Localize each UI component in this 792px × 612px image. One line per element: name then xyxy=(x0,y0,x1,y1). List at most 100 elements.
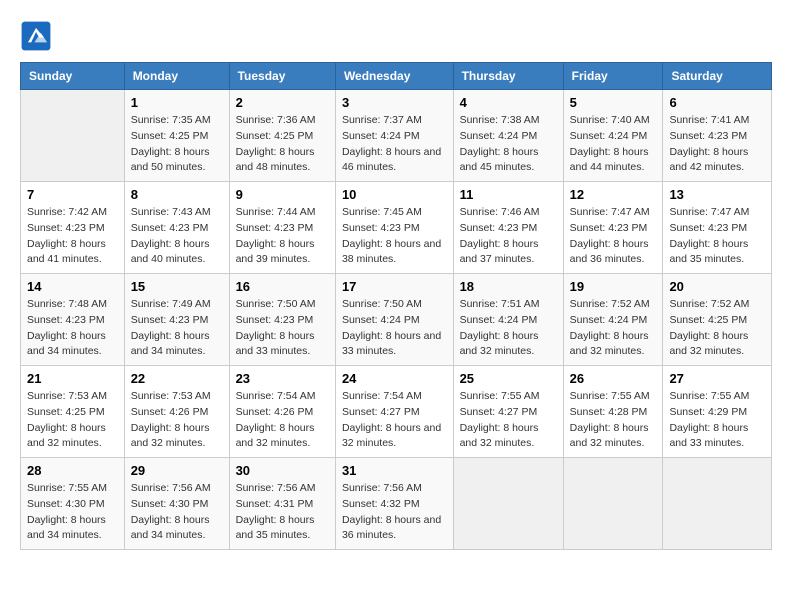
day-number: 29 xyxy=(131,463,223,478)
calendar-cell xyxy=(453,458,563,550)
day-info: Sunrise: 7:54 AM Sunset: 4:27 PM Dayligh… xyxy=(342,389,447,452)
daylight-hours: Daylight: 8 hours and 40 minutes. xyxy=(131,238,210,266)
calendar-cell: 16 Sunrise: 7:50 AM Sunset: 4:23 PM Dayl… xyxy=(229,274,335,366)
sunrise-time: Sunrise: 7:56 AM xyxy=(342,482,422,494)
daylight-hours: Daylight: 8 hours and 46 minutes. xyxy=(342,146,441,174)
calendar-cell: 19 Sunrise: 7:52 AM Sunset: 4:24 PM Dayl… xyxy=(563,274,663,366)
day-info: Sunrise: 7:50 AM Sunset: 4:23 PM Dayligh… xyxy=(236,297,329,360)
calendar-cell: 3 Sunrise: 7:37 AM Sunset: 4:24 PM Dayli… xyxy=(335,90,453,182)
day-header-tuesday: Tuesday xyxy=(229,63,335,90)
day-info: Sunrise: 7:37 AM Sunset: 4:24 PM Dayligh… xyxy=(342,113,447,176)
day-info: Sunrise: 7:56 AM Sunset: 4:32 PM Dayligh… xyxy=(342,481,447,544)
day-header-sunday: Sunday xyxy=(21,63,125,90)
calendar-cell: 2 Sunrise: 7:36 AM Sunset: 4:25 PM Dayli… xyxy=(229,90,335,182)
sunset-time: Sunset: 4:25 PM xyxy=(669,314,747,326)
day-info: Sunrise: 7:56 AM Sunset: 4:30 PM Dayligh… xyxy=(131,481,223,544)
daylight-hours: Daylight: 8 hours and 32 minutes. xyxy=(570,330,649,358)
sunset-time: Sunset: 4:23 PM xyxy=(460,222,538,234)
calendar-body: 1 Sunrise: 7:35 AM Sunset: 4:25 PM Dayli… xyxy=(21,90,772,550)
day-header-saturday: Saturday xyxy=(663,63,772,90)
day-number: 24 xyxy=(342,371,447,386)
day-number: 2 xyxy=(236,95,329,110)
daylight-hours: Daylight: 8 hours and 37 minutes. xyxy=(460,238,539,266)
sunrise-time: Sunrise: 7:45 AM xyxy=(342,206,422,218)
daylight-hours: Daylight: 8 hours and 39 minutes. xyxy=(236,238,315,266)
sunset-time: Sunset: 4:23 PM xyxy=(669,222,747,234)
daylight-hours: Daylight: 8 hours and 32 minutes. xyxy=(570,422,649,450)
sunset-time: Sunset: 4:23 PM xyxy=(236,222,314,234)
calendar-cell: 21 Sunrise: 7:53 AM Sunset: 4:25 PM Dayl… xyxy=(21,366,125,458)
sunset-time: Sunset: 4:23 PM xyxy=(131,222,209,234)
sunrise-time: Sunrise: 7:51 AM xyxy=(460,298,540,310)
sunset-time: Sunset: 4:23 PM xyxy=(236,314,314,326)
day-number: 11 xyxy=(460,187,557,202)
daylight-hours: Daylight: 8 hours and 32 minutes. xyxy=(669,330,748,358)
sunset-time: Sunset: 4:26 PM xyxy=(236,406,314,418)
day-info: Sunrise: 7:55 AM Sunset: 4:30 PM Dayligh… xyxy=(27,481,118,544)
sunset-time: Sunset: 4:24 PM xyxy=(460,314,538,326)
day-info: Sunrise: 7:40 AM Sunset: 4:24 PM Dayligh… xyxy=(570,113,657,176)
calendar-cell: 13 Sunrise: 7:47 AM Sunset: 4:23 PM Dayl… xyxy=(663,182,772,274)
calendar-cell: 10 Sunrise: 7:45 AM Sunset: 4:23 PM Dayl… xyxy=(335,182,453,274)
logo xyxy=(20,20,58,52)
sunset-time: Sunset: 4:25 PM xyxy=(27,406,105,418)
sunrise-time: Sunrise: 7:37 AM xyxy=(342,114,422,126)
day-number: 9 xyxy=(236,187,329,202)
day-info: Sunrise: 7:35 AM Sunset: 4:25 PM Dayligh… xyxy=(131,113,223,176)
day-number: 28 xyxy=(27,463,118,478)
calendar-cell: 11 Sunrise: 7:46 AM Sunset: 4:23 PM Dayl… xyxy=(453,182,563,274)
calendar-cell: 24 Sunrise: 7:54 AM Sunset: 4:27 PM Dayl… xyxy=(335,366,453,458)
day-header-monday: Monday xyxy=(124,63,229,90)
day-info: Sunrise: 7:49 AM Sunset: 4:23 PM Dayligh… xyxy=(131,297,223,360)
day-number: 8 xyxy=(131,187,223,202)
sunset-time: Sunset: 4:24 PM xyxy=(460,130,538,142)
sunrise-time: Sunrise: 7:55 AM xyxy=(669,390,749,402)
daylight-hours: Daylight: 8 hours and 41 minutes. xyxy=(27,238,106,266)
day-number: 18 xyxy=(460,279,557,294)
daylight-hours: Daylight: 8 hours and 36 minutes. xyxy=(342,514,441,542)
day-info: Sunrise: 7:47 AM Sunset: 4:23 PM Dayligh… xyxy=(570,205,657,268)
daylight-hours: Daylight: 8 hours and 38 minutes. xyxy=(342,238,441,266)
daylight-hours: Daylight: 8 hours and 33 minutes. xyxy=(342,330,441,358)
sunrise-time: Sunrise: 7:55 AM xyxy=(27,482,107,494)
day-info: Sunrise: 7:47 AM Sunset: 4:23 PM Dayligh… xyxy=(669,205,765,268)
sunset-time: Sunset: 4:23 PM xyxy=(342,222,420,234)
calendar-cell: 30 Sunrise: 7:56 AM Sunset: 4:31 PM Dayl… xyxy=(229,458,335,550)
daylight-hours: Daylight: 8 hours and 32 minutes. xyxy=(131,422,210,450)
day-number: 22 xyxy=(131,371,223,386)
sunrise-time: Sunrise: 7:41 AM xyxy=(669,114,749,126)
sunrise-time: Sunrise: 7:54 AM xyxy=(342,390,422,402)
sunrise-time: Sunrise: 7:40 AM xyxy=(570,114,650,126)
day-info: Sunrise: 7:50 AM Sunset: 4:24 PM Dayligh… xyxy=(342,297,447,360)
calendar-cell: 6 Sunrise: 7:41 AM Sunset: 4:23 PM Dayli… xyxy=(663,90,772,182)
calendar-cell xyxy=(663,458,772,550)
calendar-cell: 18 Sunrise: 7:51 AM Sunset: 4:24 PM Dayl… xyxy=(453,274,563,366)
sunset-time: Sunset: 4:23 PM xyxy=(27,222,105,234)
sunset-time: Sunset: 4:23 PM xyxy=(570,222,648,234)
day-number: 25 xyxy=(460,371,557,386)
sunrise-time: Sunrise: 7:47 AM xyxy=(669,206,749,218)
sunrise-time: Sunrise: 7:55 AM xyxy=(460,390,540,402)
calendar-cell: 25 Sunrise: 7:55 AM Sunset: 4:27 PM Dayl… xyxy=(453,366,563,458)
day-number: 17 xyxy=(342,279,447,294)
calendar-cell: 29 Sunrise: 7:56 AM Sunset: 4:30 PM Dayl… xyxy=(124,458,229,550)
sunset-time: Sunset: 4:31 PM xyxy=(236,498,314,510)
week-row-3: 14 Sunrise: 7:48 AM Sunset: 4:23 PM Dayl… xyxy=(21,274,772,366)
calendar-cell: 15 Sunrise: 7:49 AM Sunset: 4:23 PM Dayl… xyxy=(124,274,229,366)
day-number: 16 xyxy=(236,279,329,294)
calendar-cell: 31 Sunrise: 7:56 AM Sunset: 4:32 PM Dayl… xyxy=(335,458,453,550)
week-row-5: 28 Sunrise: 7:55 AM Sunset: 4:30 PM Dayl… xyxy=(21,458,772,550)
calendar-cell xyxy=(563,458,663,550)
sunrise-time: Sunrise: 7:55 AM xyxy=(570,390,650,402)
sunset-time: Sunset: 4:32 PM xyxy=(342,498,420,510)
logo-icon xyxy=(20,20,52,52)
day-number: 6 xyxy=(669,95,765,110)
calendar-header: SundayMondayTuesdayWednesdayThursdayFrid… xyxy=(21,63,772,90)
daylight-hours: Daylight: 8 hours and 36 minutes. xyxy=(570,238,649,266)
calendar-cell: 14 Sunrise: 7:48 AM Sunset: 4:23 PM Dayl… xyxy=(21,274,125,366)
sunrise-time: Sunrise: 7:49 AM xyxy=(131,298,211,310)
sunset-time: Sunset: 4:23 PM xyxy=(669,130,747,142)
sunset-time: Sunset: 4:27 PM xyxy=(342,406,420,418)
daylight-hours: Daylight: 8 hours and 32 minutes. xyxy=(342,422,441,450)
calendar-cell: 12 Sunrise: 7:47 AM Sunset: 4:23 PM Dayl… xyxy=(563,182,663,274)
